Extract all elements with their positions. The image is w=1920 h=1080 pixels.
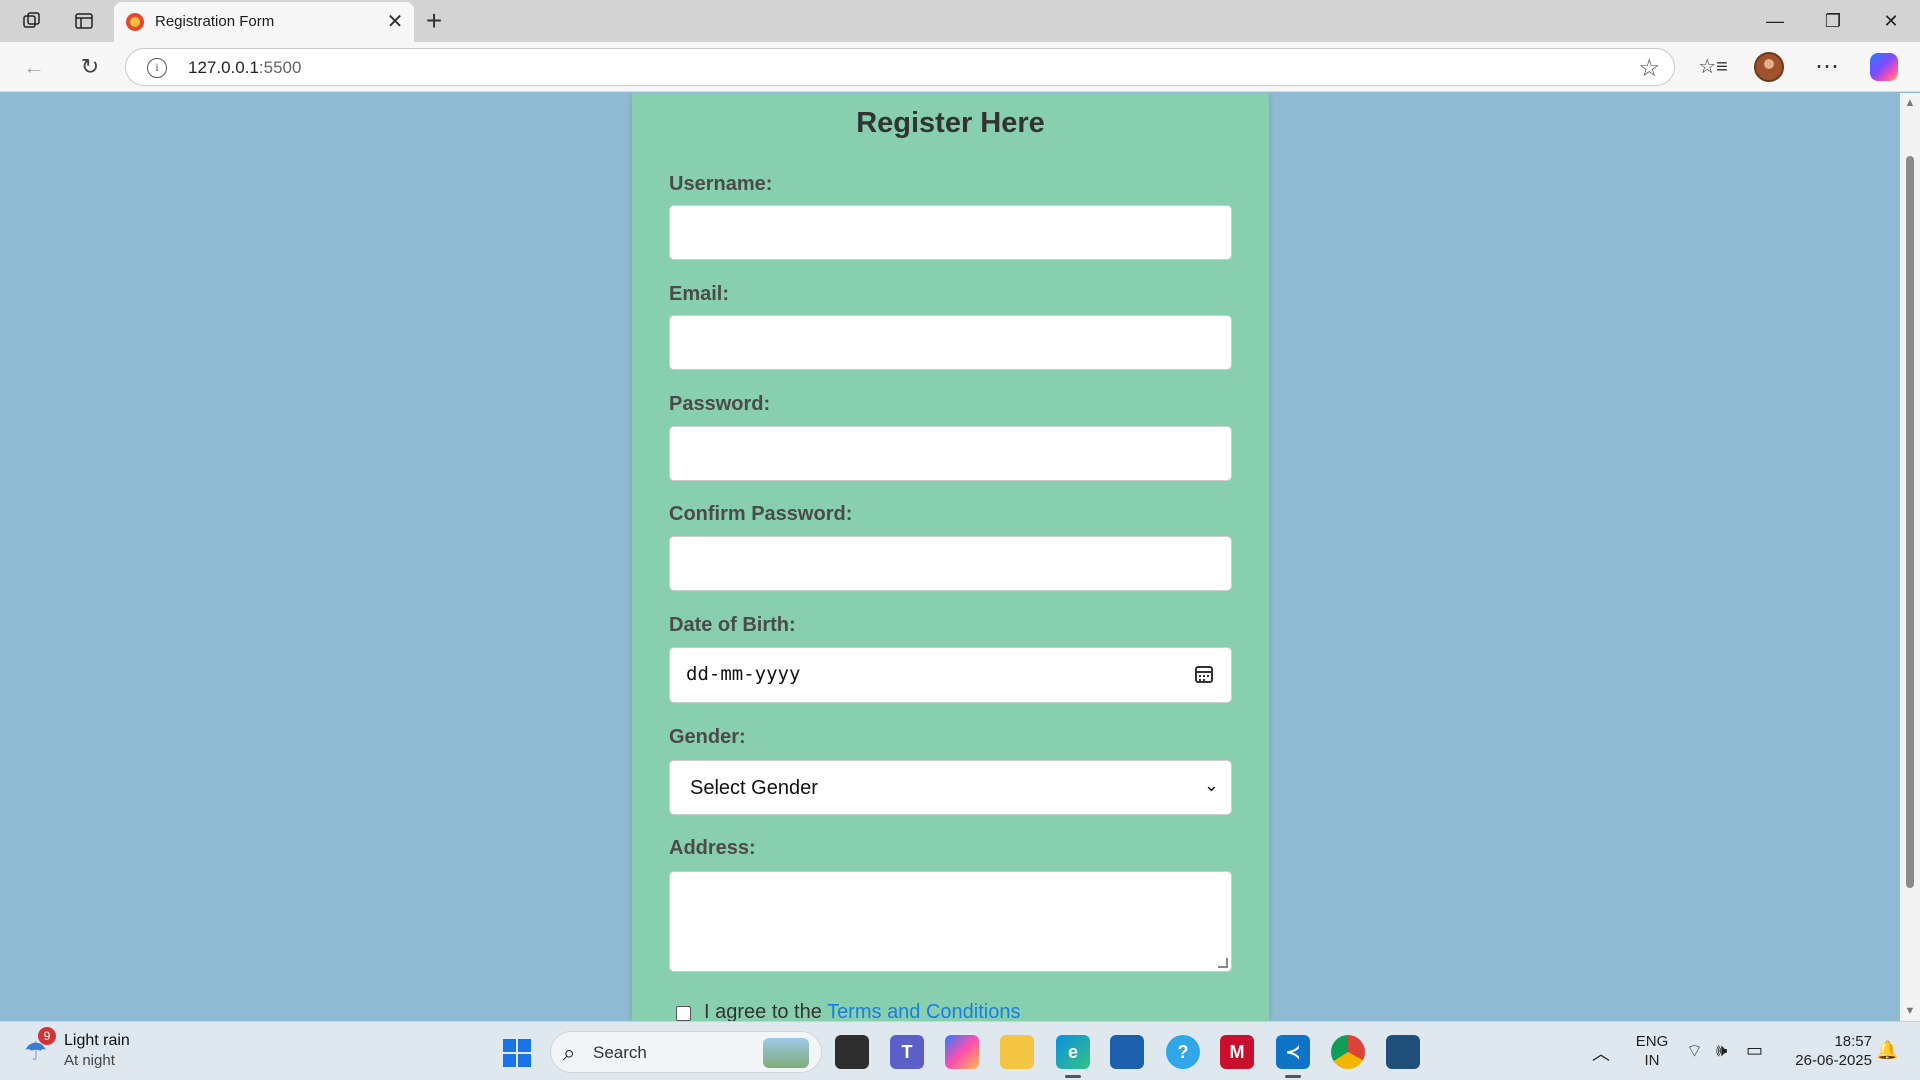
address-bar[interactable]: i 127.0.0.1:5500 ☆ <box>125 48 1675 86</box>
tab-title: Registration Form <box>155 13 275 30</box>
tab-registration-form[interactable]: Registration Form ✕ <box>114 2 414 42</box>
show-hidden-icons-chevron-icon[interactable]: ︿ <box>1592 1040 1610 1066</box>
gender-label: Gender: <box>669 726 746 748</box>
page-viewport: Register Here Username: Email: Password:… <box>0 93 1900 1021</box>
password-label: Password: <box>669 393 771 415</box>
weather-condition[interactable]: Light rain <box>64 1032 130 1050</box>
favorite-star-icon[interactable]: ☆ <box>1638 54 1660 83</box>
resize-handle-icon[interactable] <box>1218 958 1228 968</box>
dob-placeholder: dd-mm-yyyy <box>686 663 801 685</box>
terms-checkbox[interactable] <box>676 1006 691 1021</box>
confirm-password-label: Confirm Password: <box>669 503 853 525</box>
feedback-hub-icon[interactable]: ? <box>1166 1035 1200 1069</box>
favorites-icon[interactable]: ☆≡ <box>1698 52 1728 82</box>
email-label: Email: <box>669 283 730 305</box>
more-options-icon[interactable]: ⋯ <box>1812 52 1842 82</box>
copilot-icon[interactable] <box>1870 53 1898 81</box>
agree-prefix: I agree to the <box>704 1001 828 1021</box>
search-icon: ⌕ <box>563 1040 576 1065</box>
teams-icon[interactable]: T <box>890 1035 924 1069</box>
wifi-icon[interactable]: ⌔ <box>1686 1040 1703 1063</box>
vertical-tabs-icon[interactable] <box>72 9 96 33</box>
clock[interactable]: 18:57 26-06-2025 <box>1782 1032 1872 1070</box>
windows-start-icon[interactable] <box>503 1039 531 1067</box>
chrome-icon[interactable] <box>1331 1035 1365 1069</box>
vertical-scrollbar[interactable]: ▲ ▼ <box>1900 93 1920 1021</box>
close-tab-icon[interactable]: ✕ <box>384 11 406 33</box>
microsoft-store-icon[interactable] <box>1110 1035 1144 1069</box>
search-label: Search <box>593 1043 647 1062</box>
profile-avatar[interactable] <box>1754 52 1784 82</box>
browser-toolbar: ← ↻ i 127.0.0.1:5500 ☆ ☆≡ ⋯ <box>0 42 1920 92</box>
calendar-icon[interactable] <box>1195 666 1213 683</box>
back-arrow-icon[interactable]: ← <box>20 53 48 81</box>
workspaces-icon[interactable] <box>20 9 44 33</box>
lang-code: ENG <box>1635 1033 1669 1050</box>
battery-icon[interactable]: ▭ <box>1746 1040 1763 1061</box>
scrollbar-thumb[interactable] <box>1906 156 1914 888</box>
registration-form: Register Here Username: Email: Password:… <box>632 93 1269 1021</box>
search-highlight-image <box>763 1038 809 1068</box>
email-input[interactable] <box>669 315 1232 370</box>
region-code: IN <box>1644 1052 1660 1069</box>
language-indicator[interactable]: ENG IN <box>1634 1032 1670 1070</box>
scroll-up-arrow-icon[interactable]: ▲ <box>1904 97 1916 109</box>
terms-link[interactable]: Terms and Conditions <box>827 1001 1020 1021</box>
gender-select[interactable]: Select Gender ⌄ <box>669 760 1232 815</box>
minimize-button[interactable]: — <box>1760 8 1790 34</box>
url-host: 127.0.0.1 <box>188 58 259 77</box>
scroll-down-arrow-icon[interactable]: ▼ <box>1904 1005 1916 1017</box>
taskbar: ☂ 9 Light rain At night ⌕ Search T e ? M… <box>0 1021 1920 1080</box>
confirm-password-input[interactable] <box>669 536 1232 591</box>
browser-tab-bar: Registration Form ✕ + — ❐ ✕ <box>0 0 1920 42</box>
close-window-button[interactable]: ✕ <box>1876 8 1906 34</box>
site-favicon-icon <box>126 13 144 31</box>
mysql-workbench-icon[interactable] <box>1386 1035 1420 1069</box>
address-label: Address: <box>669 837 756 859</box>
dob-input[interactable]: dd-mm-yyyy <box>669 647 1232 703</box>
password-input[interactable] <box>669 426 1232 481</box>
file-explorer-icon[interactable] <box>1000 1035 1034 1069</box>
vscode-icon[interactable]: ≺ <box>1276 1035 1310 1078</box>
edge-icon[interactable]: e <box>1056 1035 1090 1078</box>
username-input[interactable] <box>669 205 1232 260</box>
address-textarea[interactable] <box>669 871 1232 972</box>
gender-selected-value: Select Gender <box>690 777 818 799</box>
taskbar-search[interactable]: ⌕ Search <box>550 1031 822 1073</box>
url-port: :5500 <box>258 58 302 77</box>
new-tab-button[interactable]: + <box>420 7 448 36</box>
url-text: 127.0.0.1:5500 <box>188 58 301 78</box>
weather-time[interactable]: At night <box>64 1052 115 1069</box>
copilot-app-icon[interactable] <box>945 1035 979 1069</box>
form-heading: Register Here <box>856 107 1045 139</box>
mcafee-icon[interactable]: M <box>1220 1035 1254 1069</box>
weather-badge: 9 <box>38 1027 56 1045</box>
chevron-down-icon: ⌄ <box>1203 775 1219 795</box>
restore-button[interactable]: ❐ <box>1818 8 1848 34</box>
task-view-icon[interactable] <box>835 1035 869 1069</box>
refresh-icon[interactable]: ↻ <box>76 53 104 81</box>
notifications-bell-icon[interactable]: 🔔 <box>1876 1040 1898 1061</box>
volume-icon[interactable]: 🕪 <box>1716 1040 1727 1061</box>
dob-label: Date of Birth: <box>669 614 796 636</box>
terms-agreement-text: I agree to the Terms and Conditions <box>704 1001 1021 1021</box>
site-info-icon[interactable]: i <box>147 58 167 78</box>
username-label: Username: <box>669 173 773 195</box>
clock-date: 26-06-2025 <box>1795 1052 1872 1069</box>
clock-time: 18:57 <box>1834 1033 1872 1050</box>
